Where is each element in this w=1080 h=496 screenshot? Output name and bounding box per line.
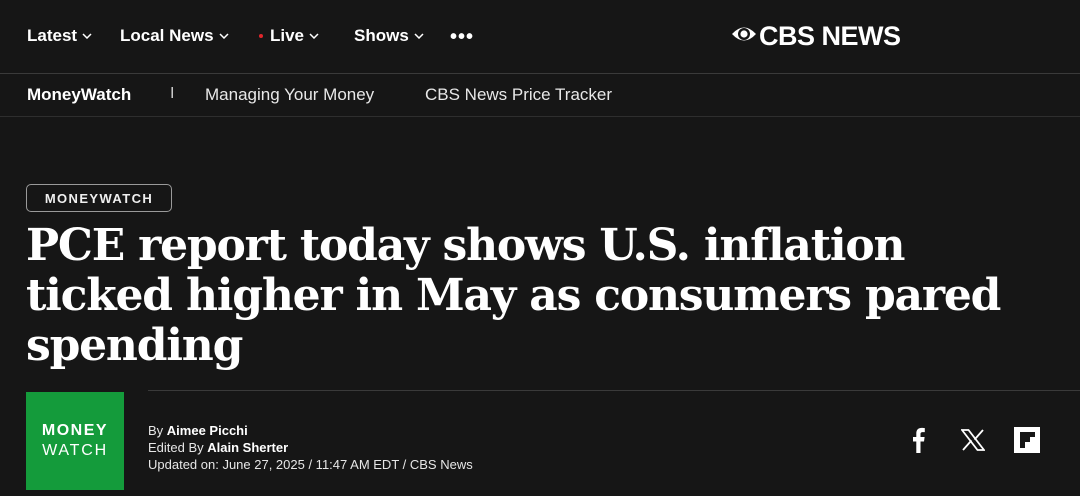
nav-live-label: Live — [270, 26, 305, 45]
nav-live[interactable]: Live — [259, 25, 319, 47]
top-navigation: Latest Local News Live Shows ••• CBS NEW… — [0, 0, 1080, 74]
subnav-price-tracker[interactable]: CBS News Price Tracker — [425, 85, 612, 105]
byline: By Aimee Picchi Edited By Alain Sherter … — [148, 422, 473, 473]
nav-shows-label: Shows — [354, 26, 409, 45]
section-navigation: MoneyWatch I Managing Your Money CBS New… — [0, 74, 1080, 117]
byline-prefix: By — [148, 423, 167, 438]
moneywatch-logo: MONEY WATCH — [26, 392, 124, 490]
logo-text: CBS NEWS — [759, 20, 901, 51]
x-icon — [960, 428, 986, 456]
facebook-icon — [910, 427, 926, 458]
moneywatch-logo-line1: MONEY — [41, 422, 109, 439]
moneywatch-logo-line2: WATCH — [42, 442, 108, 459]
article-headline: PCE report today shows U.S. inflation ti… — [26, 220, 1001, 371]
category-badge[interactable]: MONEYWATCH — [26, 184, 172, 212]
cbs-eye-icon — [731, 21, 757, 52]
nav-local-news-label: Local News — [120, 26, 214, 45]
flipboard-icon — [1014, 426, 1040, 458]
chevron-down-icon — [414, 33, 424, 39]
author-line: By Aimee Picchi — [148, 422, 473, 439]
subnav-managing-your-money[interactable]: Managing Your Money — [205, 85, 374, 105]
nav-shows[interactable]: Shows — [354, 25, 424, 47]
editor-name: Alain Sherter — [207, 440, 289, 455]
author-name[interactable]: Aimee Picchi — [167, 423, 248, 438]
chevron-down-icon — [82, 33, 92, 39]
nav-latest-label: Latest — [27, 26, 78, 45]
share-x-button[interactable] — [959, 428, 987, 456]
edited-prefix: Edited By — [148, 440, 208, 455]
live-dot-icon — [259, 34, 263, 38]
chevron-down-icon — [309, 33, 319, 39]
cbs-news-logo[interactable]: CBS NEWS — [731, 20, 901, 52]
nav-latest[interactable]: Latest — [27, 25, 92, 47]
subnav-moneywatch[interactable]: MoneyWatch — [27, 85, 131, 105]
more-menu-button[interactable]: ••• — [450, 26, 474, 48]
editor-line: Edited By Alain Sherter — [148, 439, 473, 456]
chevron-down-icon — [219, 33, 229, 39]
share-facebook-button[interactable] — [904, 427, 932, 458]
updated-timestamp: Updated on: June 27, 2025 / 11:47 AM EDT… — [148, 457, 473, 472]
more-dots-icon: ••• — [450, 26, 475, 48]
byline-divider — [148, 390, 1080, 391]
subnav-separator: I — [170, 85, 175, 102]
share-flipboard-button[interactable] — [1013, 426, 1041, 458]
nav-local-news[interactable]: Local News — [120, 25, 229, 47]
